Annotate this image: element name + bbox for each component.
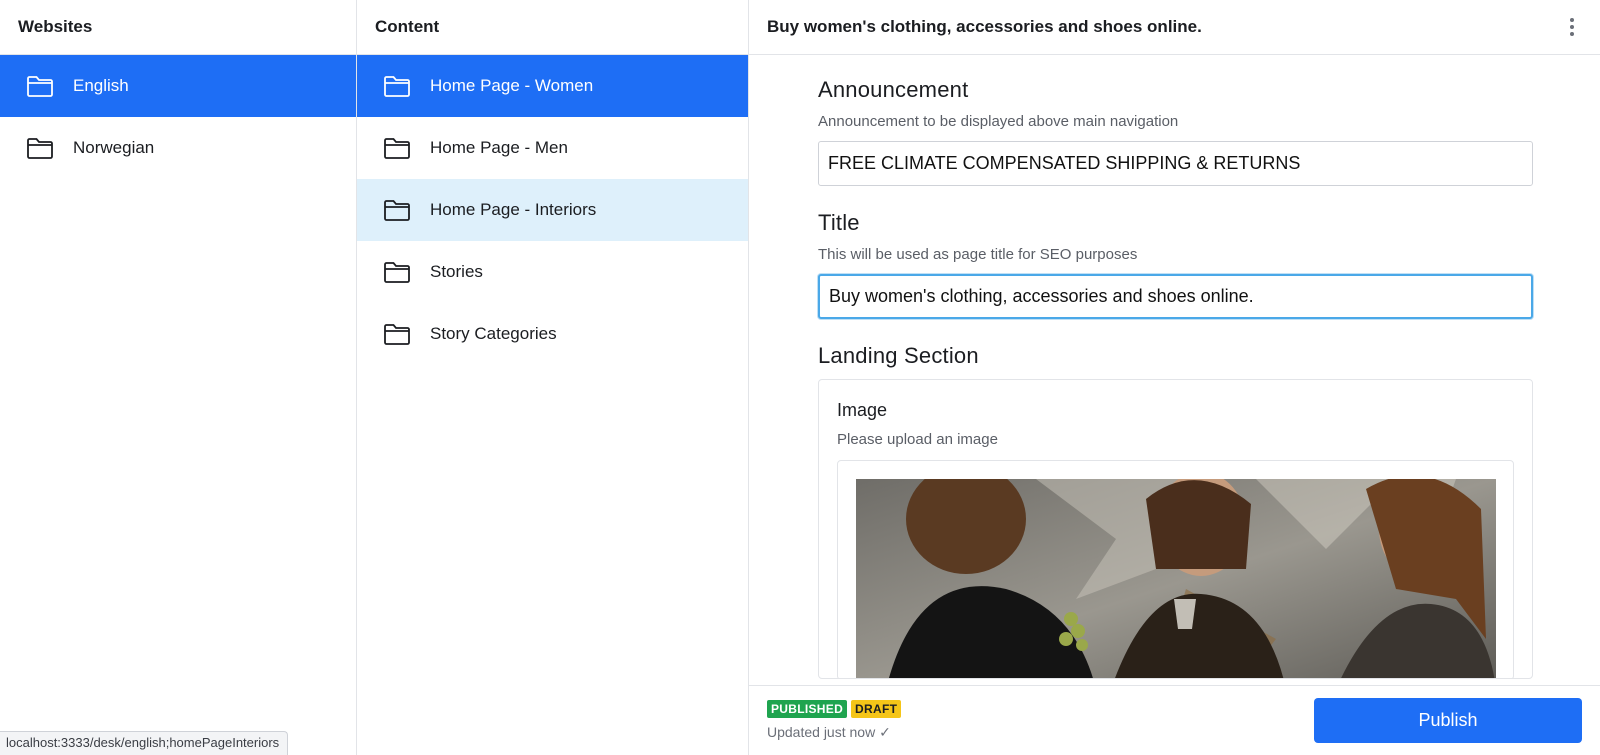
- website-item-label: English: [73, 76, 129, 95]
- folder-icon: [383, 196, 411, 224]
- content-item-label: Home Page - Interiors: [430, 200, 597, 219]
- folder-icon: [26, 134, 54, 162]
- status-bar-url: localhost:3333/desk/english;homePageInte…: [0, 731, 289, 755]
- announcement-input[interactable]: [818, 141, 1533, 186]
- image-field-description: Please upload an image: [837, 431, 998, 448]
- updated-status: Updated just now ✓: [767, 724, 891, 740]
- folder-icon: [383, 134, 411, 162]
- field-description: This will be used as page title for SEO …: [818, 246, 1138, 263]
- content-item-home-page-women[interactable]: Home Page - Women: [357, 55, 748, 117]
- vertical-dots-icon[interactable]: [1562, 15, 1582, 39]
- field-description: Announcement to be displayed above main …: [818, 113, 1179, 130]
- content-item-label: Story Categories: [430, 324, 557, 343]
- content-item-label: Home Page - Women: [430, 76, 594, 95]
- website-item-english[interactable]: English: [0, 55, 356, 117]
- websites-pane: Websites English Norwegian: [0, 0, 357, 755]
- folder-icon: [383, 320, 411, 348]
- content-item-label: Home Page - Men: [430, 138, 568, 157]
- websites-header: Websites: [0, 0, 356, 55]
- editor-footer: PUBLISHED DRAFT Updated just now ✓ Publi…: [749, 685, 1600, 755]
- title-field: Title This will be used as page title fo…: [818, 210, 1533, 319]
- landing-image: [856, 479, 1496, 678]
- field-label: Landing Section: [818, 343, 979, 368]
- folder-icon: [383, 72, 411, 100]
- image-upload-frame[interactable]: [837, 460, 1514, 678]
- folder-icon: [26, 72, 54, 100]
- draft-badge: DRAFT: [851, 700, 902, 718]
- content-item-stories[interactable]: Stories: [357, 241, 748, 303]
- document-status: PUBLISHED DRAFT Updated just now ✓: [767, 700, 902, 741]
- announcement-field: Announcement Announcement to be displaye…: [818, 77, 1533, 186]
- document-title: Buy women's clothing, accessories and sh…: [767, 17, 1202, 36]
- field-label: Announcement: [818, 77, 969, 102]
- editor-pane: Buy women's clothing, accessories and sh…: [749, 0, 1600, 755]
- landing-section-card: Image Please upload an image: [818, 379, 1533, 679]
- content-item-home-page-interiors[interactable]: Home Page - Interiors: [357, 179, 748, 241]
- landing-section-field: Landing Section Image Please upload an i…: [818, 343, 1533, 679]
- content-item-home-page-men[interactable]: Home Page - Men: [357, 117, 748, 179]
- website-item-norwegian[interactable]: Norwegian: [0, 117, 356, 179]
- content-item-story-categories[interactable]: Story Categories: [357, 303, 748, 365]
- title-input[interactable]: [818, 274, 1533, 319]
- publish-button[interactable]: Publish: [1314, 698, 1582, 743]
- content-header: Content: [357, 0, 748, 55]
- editor-header: Buy women's clothing, accessories and sh…: [749, 0, 1600, 55]
- image-field-label: Image: [837, 400, 888, 420]
- editor-form: Announcement Announcement to be displaye…: [749, 55, 1600, 685]
- folder-icon: [383, 258, 411, 286]
- content-pane: Content Home Page - Women Home Page - Me…: [357, 0, 749, 755]
- published-badge: PUBLISHED: [767, 700, 848, 718]
- content-item-label: Stories: [430, 262, 483, 281]
- website-item-label: Norwegian: [73, 138, 155, 157]
- field-label: Title: [818, 210, 860, 235]
